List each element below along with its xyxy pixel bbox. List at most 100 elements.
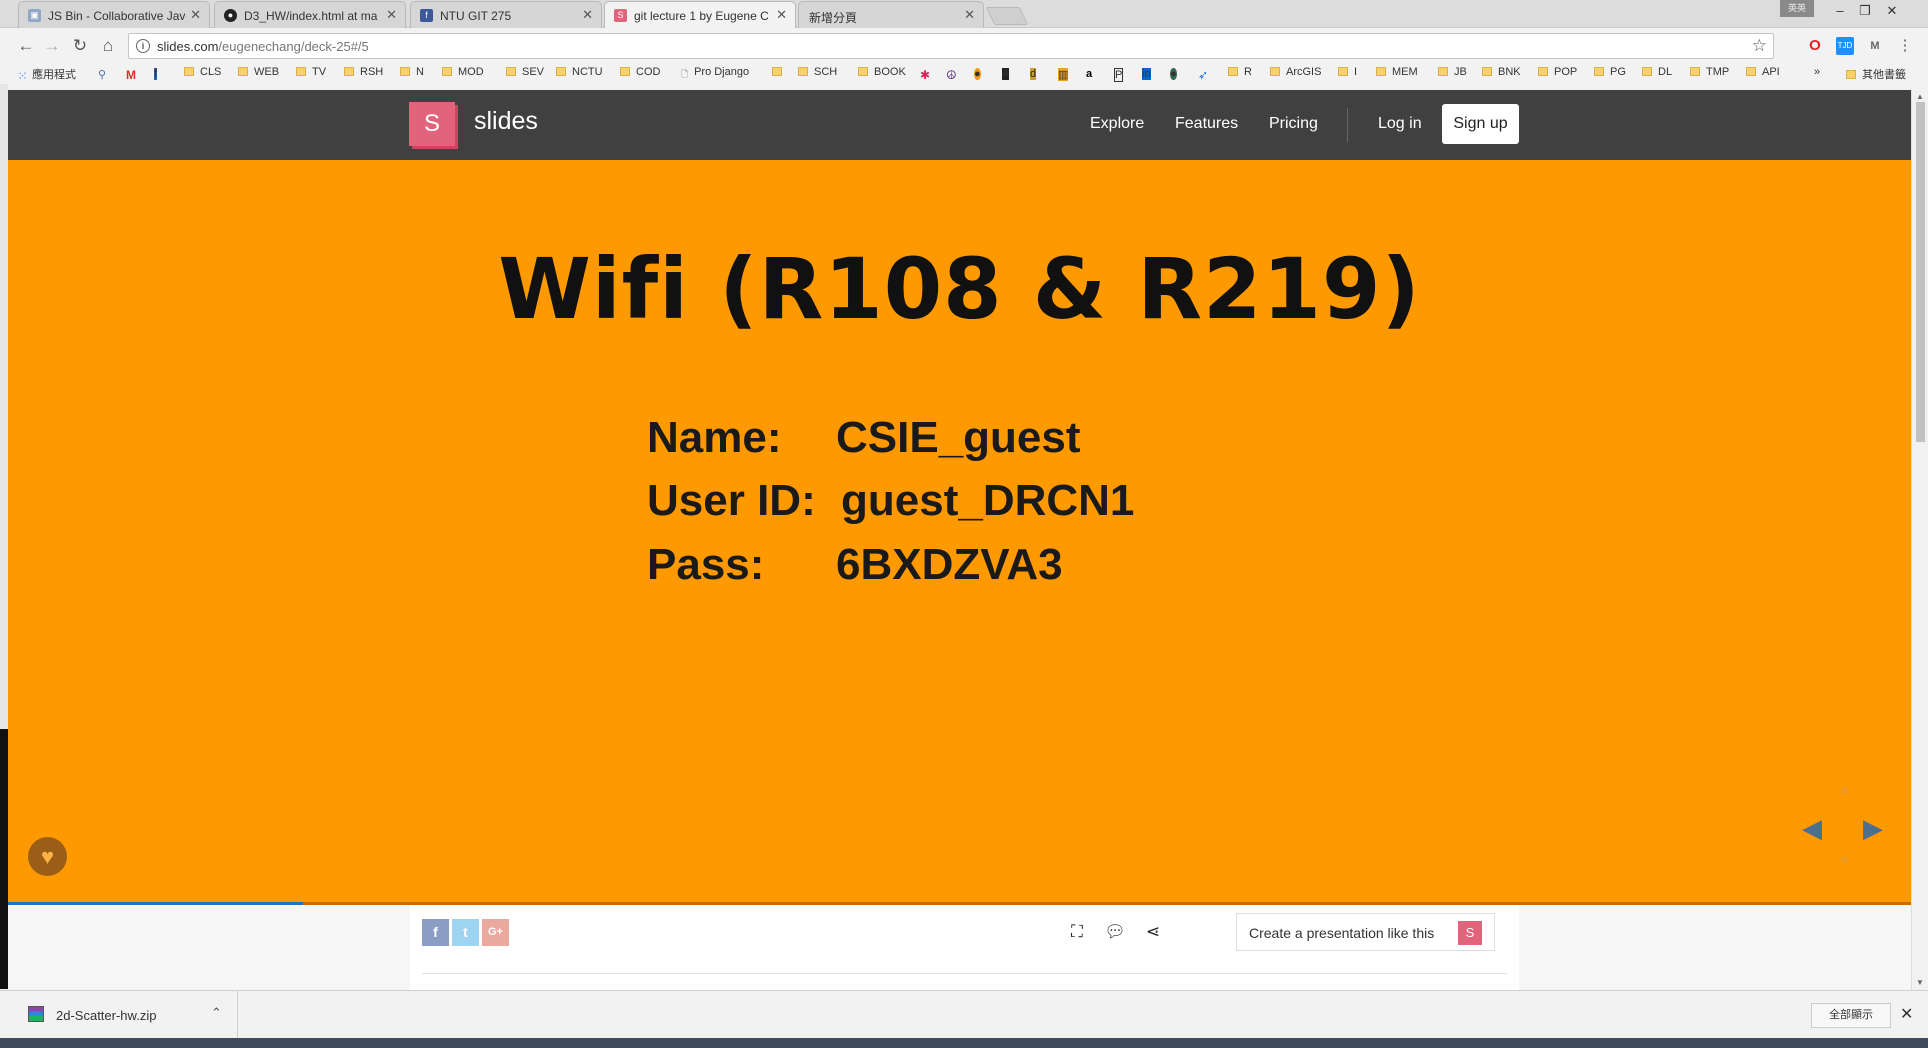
close-icon[interactable]: ✕ <box>776 7 787 23</box>
close-window-icon[interactable]: ✕ <box>1882 3 1902 19</box>
down-arrow-icon[interactable]: ▼ <box>1838 852 1852 868</box>
bookmark-folder[interactable]: RSH <box>344 66 383 78</box>
bookmark-folder[interactable]: BOOK <box>858 66 906 78</box>
close-icon[interactable]: ✕ <box>582 7 593 23</box>
opera-icon[interactable]: O <box>1806 37 1824 55</box>
like-heart-button[interactable]: ♥ <box>28 837 67 876</box>
new-tab-button[interactable] <box>985 7 1029 25</box>
download-item[interactable]: 2d-Scatter-hw.zip ⌃ <box>8 991 238 1039</box>
tab-jsbin[interactable]: ▣ JS Bin - Collaborative Jav ✕ <box>18 1 210 28</box>
bookmark-folder[interactable]: MEM <box>1376 66 1418 78</box>
bookmarks-overflow[interactable]: » <box>1814 66 1820 78</box>
home-icon[interactable]: ⌂ <box>98 36 118 56</box>
tab-new[interactable]: 新增分頁 ✕ <box>798 1 984 28</box>
restore-icon[interactable]: ❐ <box>1855 3 1875 19</box>
bookmark-folder[interactable]: CLS <box>184 66 221 78</box>
twitter-share-icon[interactable]: t <box>452 919 479 946</box>
share-icon[interactable]: ⋖ <box>1142 922 1164 942</box>
tab-label: D3_HW/index.html at ma <box>244 9 378 23</box>
slack-icon[interactable]: ✱ <box>920 68 930 82</box>
gmail-extension-icon[interactable]: M <box>1866 37 1884 55</box>
comment-icon[interactable]: 💬︎ <box>1104 922 1126 942</box>
bookmark-folder[interactable]: POP <box>1538 66 1577 78</box>
info-icon[interactable]: i <box>136 39 150 53</box>
swift-icon[interactable]: ➶ <box>1198 68 1208 82</box>
orange-site-icon[interactable]: ● <box>974 68 981 80</box>
close-icon[interactable]: ✕ <box>190 7 201 23</box>
tab-label: 新增分頁 <box>809 11 858 25</box>
tab-github[interactable]: ● D3_HW/index.html at ma ✕ <box>214 1 406 28</box>
bookmark-folder[interactable]: R <box>1228 66 1252 78</box>
bookmark-folder[interactable]: NCTU <box>556 66 603 78</box>
bookmark-folder[interactable]: SCH <box>798 66 837 78</box>
chevron-up-icon[interactable]: ⌃ <box>211 1005 222 1021</box>
close-icon[interactable]: ✕ <box>1900 1004 1913 1024</box>
globe-icon[interactable]: ● <box>1170 68 1177 80</box>
bookmark-folder[interactable]: BNK <box>1482 66 1521 78</box>
bookmark-page[interactable]: 🗋 Pro Django <box>678 66 749 81</box>
bookmark-folder[interactable]: JB <box>1438 66 1467 78</box>
google-plus-share-icon[interactable]: G+ <box>482 919 509 946</box>
scrollbar-thumb[interactable] <box>1916 102 1925 442</box>
gmail-icon[interactable]: M <box>126 68 136 82</box>
close-icon[interactable]: ✕ <box>964 7 975 23</box>
bookmark-folder[interactable]: TV <box>296 66 326 78</box>
bookmark-folder[interactable]: DL <box>1642 66 1672 78</box>
up-arrow-icon[interactable]: ▲ <box>1838 780 1852 796</box>
reload-icon[interactable]: ↻ <box>70 36 90 56</box>
facebook-share-icon[interactable]: f <box>422 919 449 946</box>
bookmark-folder[interactable] <box>772 66 788 78</box>
bookmark-star-icon[interactable]: ☆ <box>1752 36 1767 56</box>
minimize-icon[interactable]: – <box>1830 3 1850 18</box>
brand-name[interactable]: slides <box>474 107 538 136</box>
tab-slides-active[interactable]: S git lecture 1 by Eugene C ✕ <box>604 1 796 29</box>
bookmark-link-icon[interactable]: ⚲ <box>98 68 106 81</box>
chart-site-icon[interactable]: ▥ <box>1058 68 1069 81</box>
bookmark-folder[interactable]: COD <box>620 66 660 78</box>
folder-icon <box>1746 67 1756 76</box>
nav-explore[interactable]: Explore <box>1090 115 1144 133</box>
bookmark-folder[interactable]: TMP <box>1690 66 1729 78</box>
api-site-icon[interactable]: A <box>1002 68 1010 80</box>
bookmark-folder[interactable]: PG <box>1594 66 1626 78</box>
page-scrollbar[interactable]: ▲ ▼ <box>1911 90 1928 990</box>
amazon-icon[interactable]: a <box>1086 68 1092 80</box>
bookmark-folder[interactable]: API <box>1746 66 1780 78</box>
p-site-icon[interactable]: P <box>1114 68 1124 82</box>
facebook-icon[interactable]: f <box>154 68 158 80</box>
scroll-up-icon[interactable]: ▲ <box>1916 92 1924 101</box>
create-presentation-button[interactable]: Create a presentation like this S <box>1236 913 1495 951</box>
bookmark-folder[interactable]: MOD <box>442 66 484 78</box>
page-icon: 🗋 <box>680 69 689 79</box>
d-site-icon[interactable]: d <box>1030 68 1037 80</box>
address-bar[interactable]: i slides.com/eugenechang/deck-25#/5 ☆ <box>128 33 1774 59</box>
credential-label-userid: User ID: <box>647 476 816 525</box>
peace-icon[interactable]: ☮ <box>946 68 957 82</box>
scroll-down-icon[interactable]: ▼ <box>1916 978 1924 987</box>
bookmark-folder[interactable]: N <box>400 66 424 78</box>
tab-facebook[interactable]: f NTU GIT 275 ✕ <box>410 1 602 28</box>
next-slide-arrow-icon[interactable]: ▶ <box>1863 813 1883 844</box>
forward-icon[interactable]: → <box>42 36 62 56</box>
nav-features[interactable]: Features <box>1175 115 1238 133</box>
slides-logo[interactable]: S <box>409 102 455 146</box>
back-icon[interactable]: ← <box>16 36 36 56</box>
bookmark-folder[interactable]: SEV <box>506 66 544 78</box>
extension-icon[interactable]: TJD <box>1836 37 1854 55</box>
signup-button[interactable]: Sign up <box>1442 104 1519 144</box>
apps-bookmark[interactable]: ⁙ 應用程式 <box>16 66 76 83</box>
login-link[interactable]: Log in <box>1378 115 1422 133</box>
close-icon[interactable]: ✕ <box>386 7 397 23</box>
folder-icon <box>556 67 566 76</box>
other-bookmarks[interactable]: 其他書籤 <box>1846 66 1906 82</box>
menu-icon[interactable]: ⋮ <box>1896 37 1914 55</box>
linkedin-icon[interactable]: in <box>1142 68 1151 80</box>
show-all-downloads-button[interactable]: 全部顯示 <box>1811 1003 1891 1028</box>
prev-slide-arrow-icon[interactable]: ◀ <box>1802 813 1822 844</box>
bookmark-folder[interactable]: WEB <box>238 66 279 78</box>
bookmark-folder[interactable]: ArcGIS <box>1270 66 1321 78</box>
site-header: S slides Explore Features Pricing Log in… <box>8 90 1911 160</box>
bookmark-folder[interactable]: I <box>1338 66 1357 78</box>
fullscreen-icon[interactable]: ⛶ <box>1066 922 1088 942</box>
nav-pricing[interactable]: Pricing <box>1269 115 1318 133</box>
